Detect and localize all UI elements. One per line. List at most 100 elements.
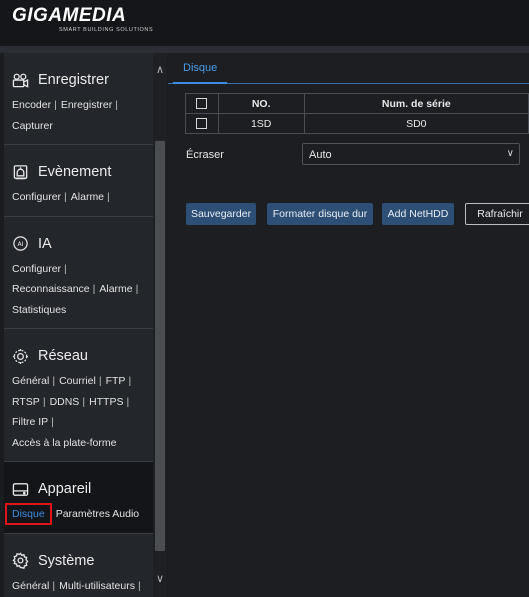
network-icon	[12, 348, 38, 365]
scrollbar-thumb[interactable]	[155, 141, 165, 551]
save-button[interactable]: Sauvegarder	[186, 203, 256, 225]
sidebar-link-row: Statistiques	[12, 300, 147, 321]
record-icon	[12, 72, 38, 89]
sidebar-link-row: Accès à la plate-forme	[12, 433, 147, 454]
sidebar-link-row: Filtre IP |	[12, 412, 147, 433]
sidebar-section-header[interactable]: AI IA	[12, 217, 147, 259]
sidebar-section-enregistrer: Enregistrer Encoder | Enregistrer | Capturer	[4, 53, 153, 145]
link-separator: |	[64, 191, 67, 203]
sidebar-item-enregistrer[interactable]: Enregistrer	[61, 99, 112, 111]
row-checkbox[interactable]	[196, 118, 208, 130]
tab-bar: Disque	[168, 53, 529, 84]
link-separator: |	[92, 283, 96, 295]
sidebar-item-courriel[interactable]: Courriel	[59, 375, 96, 387]
overwrite-label: Écraser	[186, 149, 224, 161]
sidebar-section-header[interactable]: Réseau	[12, 329, 147, 371]
sidebar-section-header[interactable]: Enregistrer	[12, 53, 147, 95]
sidebar-item-general[interactable]: Général	[12, 375, 49, 387]
sidebar-item-general[interactable]: Général	[12, 580, 49, 592]
row-checkbox-cell	[185, 113, 219, 134]
top-header: GIGAMEDIA SMART BUILDING SOLUTIONS	[0, 0, 529, 46]
sidebar-item-multi-utilisateurs[interactable]: Multi-utilisateurs	[59, 580, 135, 592]
sidebar-item-https[interactable]: HTTPS	[89, 396, 123, 408]
sidebar-links: Configurer | Reconnaissance | Alarme | Statist…	[12, 259, 147, 321]
sidebar-section-systeme: Système Général | Multi-utilisateurs |	[4, 534, 153, 597]
format-disk-button[interactable]: Formater disque dur	[267, 203, 373, 225]
sidebar-section-reseau: Réseau Général | Courriel | FTP | RTSP | DDNS | HTT…	[4, 329, 153, 462]
link-separator: |	[107, 191, 110, 203]
sidebar-item-reconnaissance[interactable]: Reconnaissance	[12, 283, 90, 295]
link-separator: |	[115, 99, 118, 111]
sidebar-links: Général | Courriel | FTP | RTSP | DDNS | HTTPS | Fil…	[12, 371, 147, 453]
sidebar-section-ia: AI IA Configurer | Reconnaissance | Alarme | Sta…	[4, 217, 153, 329]
sidebar-link-row: Général | Courriel | FTP |	[12, 371, 147, 392]
sidebar-link-row: Configurer | Alarme |	[12, 187, 147, 208]
sidebar-section-title: Enregistrer	[38, 72, 109, 88]
select-all-checkbox[interactable]	[196, 98, 208, 110]
table-row[interactable]: 1SD SD0	[185, 113, 529, 134]
sidebar-item-capturer[interactable]: Capturer	[12, 120, 53, 132]
refresh-button[interactable]: Rafraîchir	[465, 203, 529, 225]
scroll-down-icon[interactable]: ∨	[156, 572, 164, 585]
add-nethdd-button[interactable]: Add NetHDD	[382, 203, 454, 225]
sidebar-section-title: Réseau	[38, 348, 88, 364]
sidebar-links: Général | Multi-utilisateurs |	[12, 576, 147, 597]
sidebar-item-acces-a-la-plate-forme[interactable]: Accès à la plate-forme	[12, 437, 116, 449]
sidebar-link-row: RTSP | DDNS | HTTPS |	[12, 392, 147, 413]
sidebar-section-appareil: Appareil Disque Paramètres Audio	[4, 462, 153, 534]
sidebar-link-row: Reconnaissance | Alarme |	[12, 279, 147, 300]
sidebar-item-rtsp[interactable]: RTSP	[12, 396, 40, 408]
col-header-serial: Num. de série	[303, 93, 529, 114]
sidebar: Enregistrer Encoder | Enregistrer | Capturer E…	[0, 53, 168, 597]
sidebar-section-header[interactable]: Evènement	[12, 145, 147, 187]
link-separator: |	[82, 395, 86, 408]
sidebar-item-ddns[interactable]: DDNS	[50, 396, 80, 408]
disk-table: NO. Num. de série 1SD SD0	[185, 93, 529, 134]
link-separator: |	[52, 579, 56, 592]
sidebar-section-header[interactable]: Système	[12, 534, 147, 576]
cell-no: 1SD	[217, 113, 305, 134]
sidebar-section-title: Appareil	[38, 481, 92, 497]
overwrite-select[interactable]: Auto ∨	[302, 143, 520, 165]
gear-icon	[12, 552, 38, 569]
sidebar-links: Encoder | Enregistrer | Capturer	[12, 95, 147, 136]
sidebar-menu: Enregistrer Encoder | Enregistrer | Capturer E…	[4, 53, 153, 597]
scroll-up-icon[interactable]: ∧	[156, 63, 164, 76]
sidebar-section-header[interactable]: Appareil	[12, 462, 147, 504]
tab-disque[interactable]: Disque	[173, 60, 228, 84]
sidebar-item-ftp[interactable]: FTP	[106, 375, 126, 387]
link-separator: |	[52, 375, 56, 387]
link-separator: |	[51, 416, 54, 428]
sidebar-item-configurer[interactable]: Configurer	[12, 191, 61, 203]
sidebar-item-statistiques[interactable]: Statistiques	[12, 304, 66, 316]
sidebar-item-parametres-audio[interactable]: Paramètres Audio	[56, 508, 139, 520]
brand-tagline: SMART BUILDING SOLUTIONS	[59, 27, 154, 33]
ai-icon: AI	[12, 235, 38, 252]
link-separator: |	[64, 262, 67, 275]
sidebar-link-row: Configurer |	[12, 259, 147, 280]
sidebar-link-row: Encoder | Enregistrer |	[12, 95, 147, 116]
link-separator: |	[135, 283, 139, 295]
sidebar-item-configurer[interactable]: Configurer	[12, 263, 61, 275]
hdd-icon	[12, 481, 38, 498]
link-separator: |	[126, 395, 130, 408]
sidebar-item-filtre-ip[interactable]: Filtre IP	[12, 416, 48, 428]
table-header-row: NO. Num. de série	[185, 93, 529, 114]
sidebar-link-row: Général | Multi-utilisateurs |	[12, 576, 147, 597]
select-all-cell	[185, 93, 219, 114]
sidebar-item-alarme[interactable]: Alarme	[99, 283, 132, 295]
link-separator: |	[137, 579, 141, 592]
sidebar-item-alarme[interactable]: Alarme	[71, 191, 104, 203]
link-separator: |	[42, 395, 46, 408]
svg-text:AI: AI	[18, 241, 24, 248]
chevron-down-icon: ∨	[506, 148, 514, 159]
sidebar-item-disque[interactable]: Disque	[5, 503, 52, 525]
sidebar-section-title: IA	[38, 235, 52, 252]
sidebar-item-encoder[interactable]: Encoder	[12, 99, 51, 111]
main-panel: Disque NO. Num. de série 1SD SD0 Écraser…	[168, 53, 529, 597]
cell-serial: SD0	[303, 113, 529, 134]
link-separator: |	[98, 375, 102, 387]
brand-name: GIGAMEDIA	[12, 5, 127, 26]
sidebar-section-title: Evènement	[38, 164, 112, 180]
sidebar-links: Disque Paramètres Audio	[5, 503, 147, 525]
